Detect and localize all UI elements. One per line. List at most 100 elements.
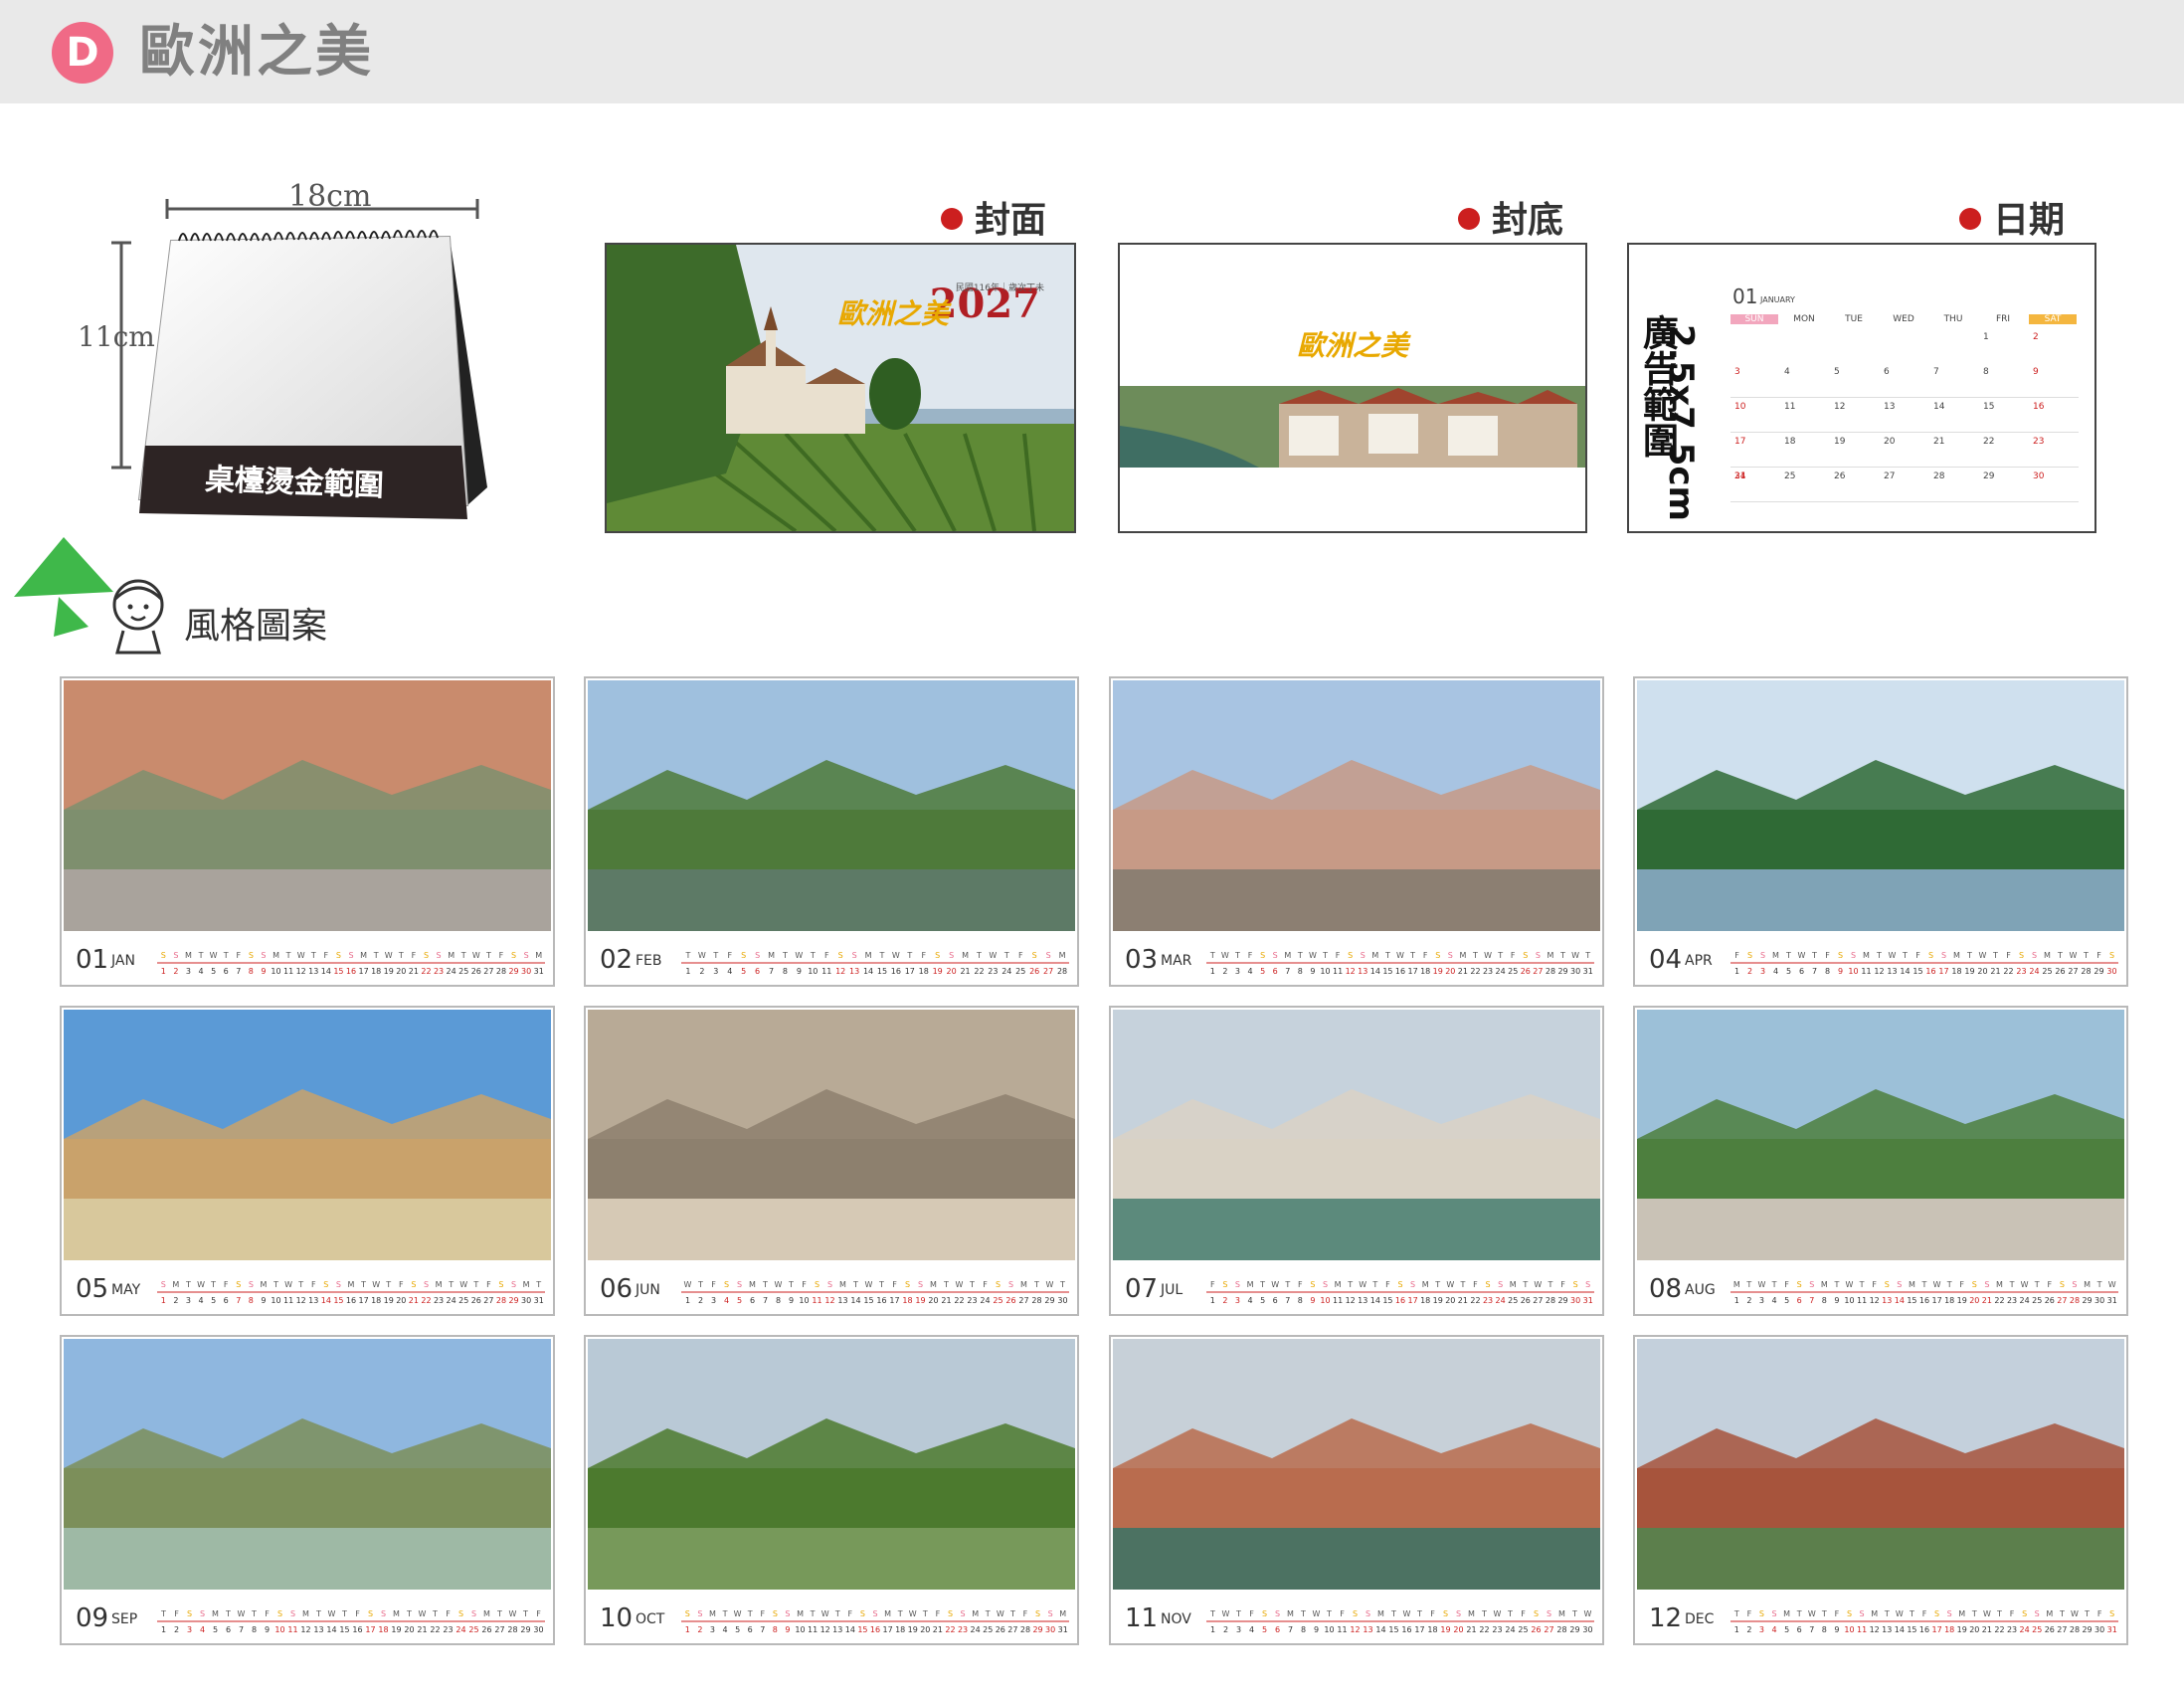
weekday-letter: S xyxy=(1847,1609,1852,1618)
day-number: 7 xyxy=(1812,967,1817,976)
weekday-letter: M xyxy=(972,1609,979,1618)
weekday-letter: T xyxy=(1384,951,1390,960)
day-number: 2 xyxy=(1746,1296,1751,1305)
weekday-letter: W xyxy=(865,1280,873,1289)
day-number: 17 xyxy=(889,1296,899,1305)
back-label-text: 封底 xyxy=(1492,200,1564,241)
weekday-letter: S xyxy=(290,1609,295,1618)
weekday-header: FRI xyxy=(1995,314,2011,324)
mini-row-line xyxy=(1730,467,2079,468)
day-number: 6 xyxy=(1797,1296,1802,1305)
weekday-letter: F xyxy=(2048,1280,2053,1289)
day-number: 10 xyxy=(274,1625,284,1634)
weekday-letter: T xyxy=(198,951,204,960)
weekday-letter: F xyxy=(536,1609,541,1618)
day-number: 16 xyxy=(352,1625,362,1634)
weekday-letter: S xyxy=(249,1280,254,1289)
weekday-letter: T xyxy=(1235,1609,1241,1618)
mini-day: 17 xyxy=(1734,437,1746,447)
day-number: 30 xyxy=(1045,1625,1055,1634)
day-number: 4 xyxy=(1247,967,1252,976)
day-number: 1 xyxy=(1734,1296,1739,1305)
day-number: 18 xyxy=(1951,967,1961,976)
weekday-letter: S xyxy=(838,951,843,960)
day-number: 24 xyxy=(2020,1296,2030,1305)
day-number: 24 xyxy=(447,1296,456,1305)
weekday-letter: T xyxy=(185,1280,191,1289)
weekday-letter: S xyxy=(1897,1280,1902,1289)
weekday-letter: T xyxy=(1946,1280,1952,1289)
month-number: 08 xyxy=(1649,1274,1683,1304)
mini-day: 20 xyxy=(1884,437,1896,447)
day-number: 23 xyxy=(958,1625,968,1634)
weekday-letter: M xyxy=(768,951,775,960)
weekday-letter: S xyxy=(1809,1280,1814,1289)
day-number: 12 xyxy=(824,1296,834,1305)
mini-day: 9 xyxy=(2033,367,2039,377)
weekday-letter: S xyxy=(458,1609,463,1618)
weekday-letter: T xyxy=(1522,1280,1528,1289)
weekday-letter: T xyxy=(722,1609,728,1618)
day-number: 11 xyxy=(812,1296,821,1305)
day-number: 8 xyxy=(252,1625,257,1634)
month-photo xyxy=(1113,680,1600,931)
desk-calendar-illustration: 18cm 11cm 桌檯燙金範圍 xyxy=(0,169,557,557)
weekday-letter: S xyxy=(1410,1280,1415,1289)
mini-day: 16 xyxy=(2033,402,2045,412)
day-number: 2 xyxy=(1222,1296,1227,1305)
weekday-letter: S xyxy=(323,1280,328,1289)
weekday-letter: S xyxy=(1046,951,1051,960)
day-number: 23 xyxy=(434,967,444,976)
weekday-letter: M xyxy=(483,1609,490,1618)
weekday-letter: S xyxy=(1456,1609,1461,1618)
day-number: 21 xyxy=(941,1296,951,1305)
day-number: 17 xyxy=(358,1296,368,1305)
weekday-letter: F xyxy=(499,951,504,960)
day-number: 23 xyxy=(1483,1296,1493,1305)
day-number: 17 xyxy=(1931,1625,1941,1634)
day-number: 1 xyxy=(685,1296,690,1305)
day-number: 16 xyxy=(1401,1625,1411,1634)
weekday-letter: S xyxy=(996,1280,1001,1289)
mini-month-num: 01 xyxy=(1732,284,1758,308)
day-number: 8 xyxy=(773,1625,778,1634)
day-number: 27 xyxy=(483,967,493,976)
cover-title: 歐洲之美 xyxy=(837,297,950,330)
day-number: 21 xyxy=(1990,967,2000,976)
date-label: 日期 xyxy=(1959,191,2065,243)
weekday-letter: F xyxy=(2097,1609,2102,1618)
foil-area-label: 桌檯燙金範圍 xyxy=(204,462,385,504)
day-number: 15 xyxy=(857,1625,867,1634)
day-number: 14 xyxy=(850,1296,860,1305)
weekday-letter: T xyxy=(223,951,229,960)
mini-calendar-grid: SUN MON TUE WED THU FRI SAT 1 2 3 4 5 6 7 8 9 10 11 12 13 14… xyxy=(1730,314,2081,513)
day-number: 10 xyxy=(808,967,818,976)
day-number: 16 xyxy=(1919,1625,1929,1634)
weekday-letter: T xyxy=(432,1609,438,1618)
weekday-letter: F xyxy=(1018,951,1023,960)
girl-face-icon xyxy=(112,579,164,655)
day-number: 2 xyxy=(1223,1625,1228,1634)
day-number: 9 xyxy=(797,967,802,976)
weekday-letter: M xyxy=(930,1280,937,1289)
weekday-letter: S xyxy=(1262,1609,1267,1618)
day-number: 18 xyxy=(895,1625,905,1634)
weekday-letter: T xyxy=(1507,1609,1513,1618)
mini-day: 30 xyxy=(2033,471,2045,481)
weekday-letter: M xyxy=(1547,951,1554,960)
day-number: 15 xyxy=(863,1296,873,1305)
weekday-letter: W xyxy=(1798,951,1806,960)
month-card-jun: 06 JUN W 1 T 2 F 3 S 4 S 5 M 6 T 7 W 8 T 9 F 10 S 11 S 12 M 13 T 14 W 1… xyxy=(584,1006,1079,1316)
month-number: 11 xyxy=(1125,1603,1159,1633)
weekday-header: MON xyxy=(1793,314,1815,324)
weekday-letter: W xyxy=(698,951,706,960)
day-number: 31 xyxy=(2107,1296,2117,1305)
month-number: 02 xyxy=(600,945,634,975)
day-number: 27 xyxy=(1018,1296,1028,1305)
day-number: 20 xyxy=(1445,1296,1455,1305)
day-number: 30 xyxy=(1570,967,1580,976)
weekday-letter: S xyxy=(1573,1280,1578,1289)
mini-month-name: JANUARY xyxy=(1760,295,1795,304)
day-number: 24 xyxy=(2020,1625,2030,1634)
weekday-letter: T xyxy=(1571,1609,1577,1618)
